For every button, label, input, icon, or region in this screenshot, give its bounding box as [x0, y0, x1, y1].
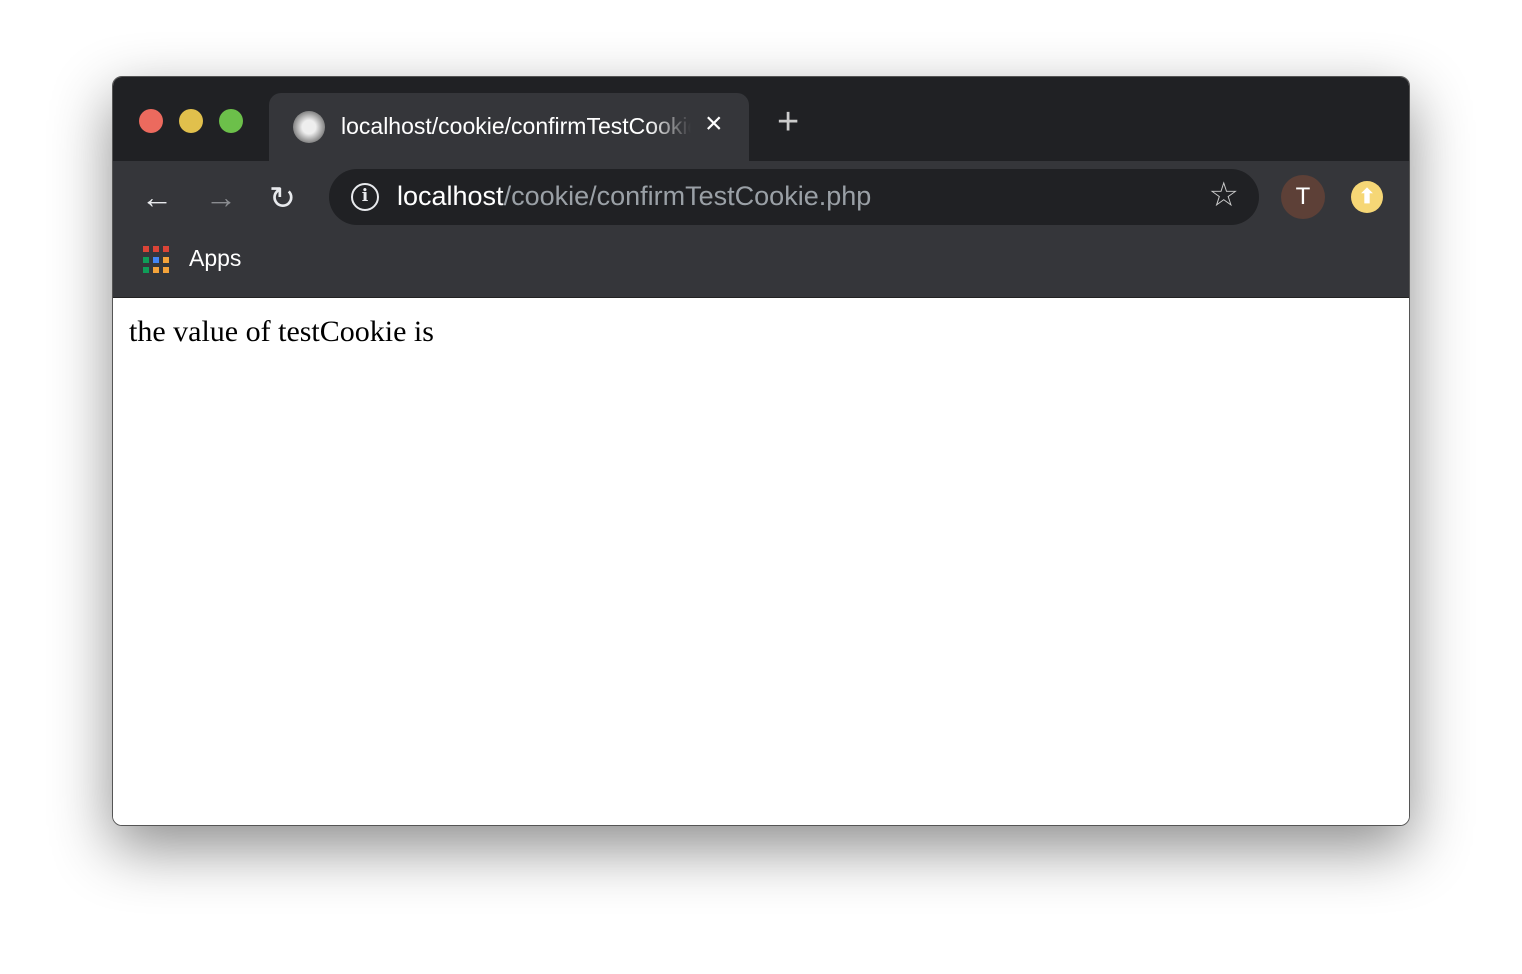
close-window-button[interactable]	[139, 109, 163, 133]
tab-active[interactable]: localhost/cookie/confirmTestCookie.php ×	[269, 93, 749, 161]
toolbar: ← → ↻ i localhost/cookie/confirmTestCook…	[113, 161, 1409, 298]
url-path: /cookie/confirmTestCookie.php	[503, 181, 872, 211]
reload-icon[interactable]: ↻	[269, 179, 296, 217]
apps-grid-dot	[163, 256, 169, 263]
update-icon[interactable]: ⬆	[1351, 181, 1383, 213]
url-host: localhost	[397, 181, 504, 211]
page-content: the value of testCookie is	[113, 299, 1409, 825]
maximize-window-button[interactable]	[219, 109, 243, 133]
tab-strip: localhost/cookie/confirmTestCookie.php ×…	[113, 77, 1409, 161]
minimize-window-button[interactable]	[179, 109, 203, 133]
site-info-icon[interactable]: i	[351, 183, 379, 211]
browser-window: localhost/cookie/confirmTestCookie.php ×…	[112, 76, 1410, 826]
profile-avatar[interactable]: T	[1281, 175, 1325, 219]
apps-grid-dot	[163, 267, 169, 274]
close-tab-icon[interactable]: ×	[705, 107, 723, 141]
apps-grid-icon[interactable]	[143, 246, 171, 274]
bookmark-star-icon[interactable]: ☆	[1209, 175, 1239, 215]
favicon-icon	[293, 111, 325, 143]
apps-grid-dot	[153, 267, 159, 274]
tab-title: localhost/cookie/confirmTestCookie.php	[341, 113, 691, 139]
page-text: the value of testCookie is	[129, 315, 434, 348]
apps-bookmark[interactable]: Apps	[189, 245, 241, 272]
apps-grid-dot	[163, 246, 169, 252]
apps-grid-dot	[143, 246, 149, 252]
apps-grid-dot	[143, 267, 149, 274]
apps-grid-dot	[153, 246, 159, 252]
back-icon[interactable]: ←	[141, 179, 173, 216]
apps-grid-dot	[153, 256, 159, 263]
new-tab-button[interactable]: +	[777, 103, 799, 141]
url-text[interactable]: localhost/cookie/confirmTestCookie.php	[397, 181, 871, 212]
apps-grid-dot	[143, 256, 149, 263]
forward-icon[interactable]: →	[205, 179, 237, 216]
address-bar[interactable]: i localhost/cookie/confirmTestCookie.php…	[329, 169, 1259, 225]
